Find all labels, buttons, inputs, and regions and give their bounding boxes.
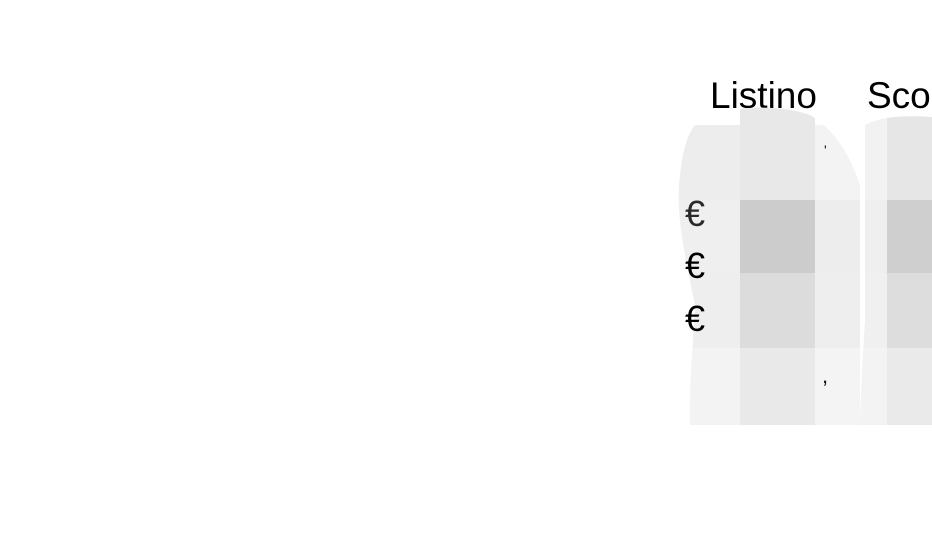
currency-symbol: €	[685, 193, 706, 234]
currency-symbol: €	[685, 245, 706, 286]
currency-symbol: €	[685, 298, 706, 339]
stray-mark: '	[824, 142, 827, 158]
pixelated-grayscale-figure-icon	[675, 105, 932, 425]
stray-mark: ,	[822, 363, 829, 388]
